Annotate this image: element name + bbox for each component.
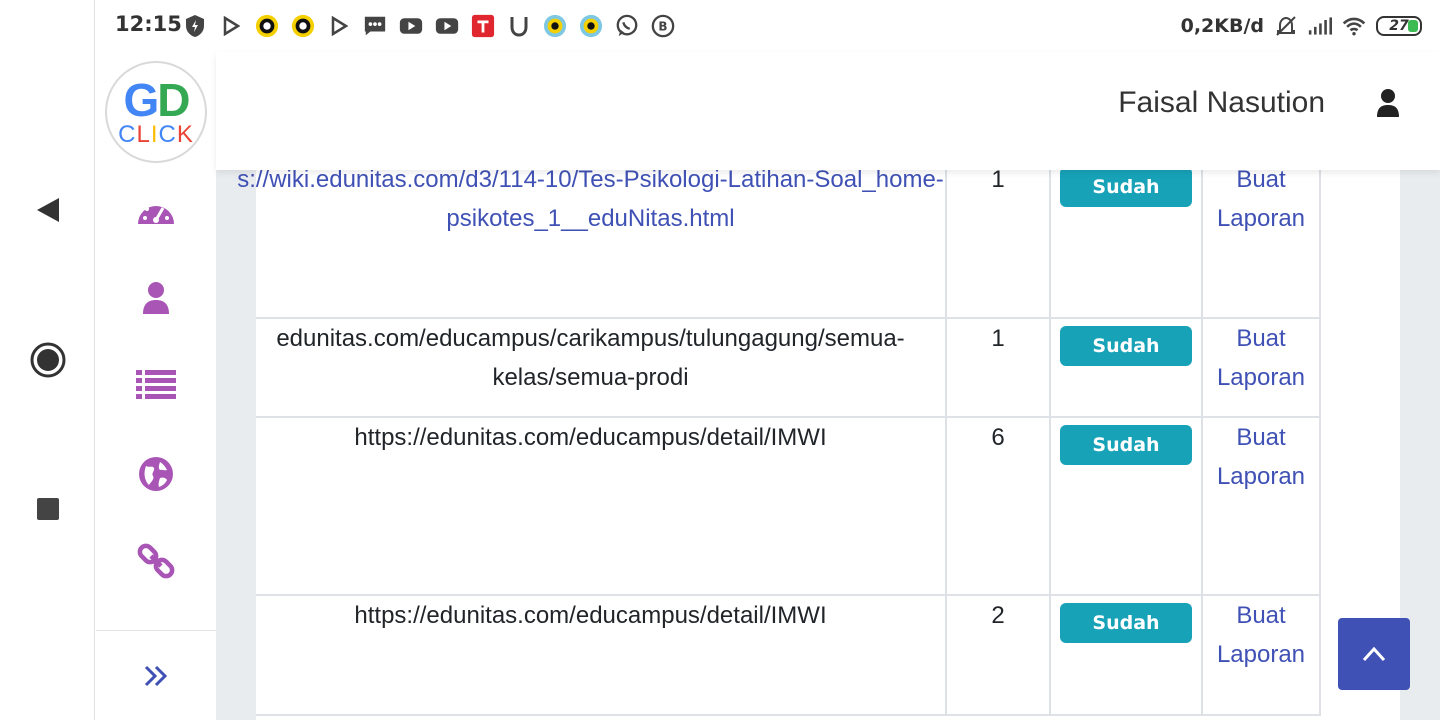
- youtube-icon: [435, 14, 459, 38]
- url-text: https://edunitas.com/educampus/detail/IM…: [354, 602, 827, 629]
- status-right: 0,2KB/d 27: [1181, 12, 1422, 40]
- sidebar-item-web[interactable]: [96, 456, 216, 492]
- status-bar: 12:15 B 0,2KB/d 27: [95, 0, 1440, 52]
- url-cell: s://wiki.edunitas.com/d3/114-10/Tes-Psik…: [237, 160, 947, 319]
- play-store-icon: [219, 14, 243, 38]
- b-icon: B: [651, 14, 675, 38]
- sidebar-item-profile[interactable]: [96, 280, 216, 316]
- scroll-to-top-button[interactable]: [1338, 618, 1410, 690]
- system-navigation-bar: [0, 0, 95, 720]
- snack-icon: [543, 14, 567, 38]
- recents-square-icon: [36, 498, 59, 520]
- status-cell: Sudah: [1049, 160, 1203, 319]
- snack-icon: [291, 14, 315, 38]
- logo-gd: GD: [123, 74, 190, 126]
- dashboard-icon: [138, 202, 174, 224]
- url-cell: https://edunitas.com/educampus/detail/IM…: [256, 417, 947, 596]
- table-row: s://wiki.edunitas.com/d3/114-10/Tes-Psik…: [237, 160, 1321, 319]
- globe-icon: [139, 457, 173, 491]
- recents-button[interactable]: [0, 496, 95, 522]
- user-icon: [143, 282, 169, 314]
- battery-fill: [1408, 20, 1418, 32]
- count-cell: 6: [945, 417, 1051, 596]
- top-navbar: Faisal Nasution: [216, 52, 1440, 170]
- user-menu-button[interactable]: [1376, 88, 1400, 122]
- url-text: edunitas.com/educampus/carikampus/tulung…: [276, 325, 905, 391]
- back-triangle-icon: [36, 198, 59, 222]
- status-badge: Sudah: [1060, 167, 1192, 207]
- notification-icons: B: [183, 12, 675, 40]
- url-cell: https://edunitas.com/educampus/detail/IM…: [256, 595, 947, 716]
- mute-bell-icon: [1274, 14, 1298, 38]
- sidebar-expand-button[interactable]: [96, 664, 216, 688]
- list-icon: [136, 370, 176, 399]
- u-icon: [507, 14, 531, 38]
- create-report-link[interactable]: Buat Laporan: [1217, 325, 1305, 391]
- back-button[interactable]: [0, 192, 95, 228]
- sidebar-item-dashboard[interactable]: [96, 194, 216, 230]
- report-table: s://wiki.edunitas.com/d3/114-10/Tes-Psik…: [237, 160, 1321, 716]
- double-chevron-right-icon: [144, 665, 168, 687]
- create-report-link[interactable]: Buat Laporan: [1217, 424, 1305, 490]
- sidebar-item-list[interactable]: [96, 368, 216, 402]
- shield-bolt-icon: [183, 14, 207, 38]
- message-icon: [363, 14, 387, 38]
- chevron-up-icon: [1362, 646, 1386, 662]
- url-cell: edunitas.com/educampus/carikampus/tulung…: [256, 318, 947, 418]
- network-speed: 0,2KB/d: [1180, 15, 1264, 37]
- status-badge: Sudah: [1060, 425, 1192, 465]
- create-report-link[interactable]: Buat Laporan: [1217, 602, 1305, 668]
- battery-indicator: 27: [1376, 16, 1422, 36]
- url-link[interactable]: s://wiki.edunitas.com/d3/114-10/Tes-Psik…: [236, 160, 945, 238]
- status-cell: Sudah: [1049, 417, 1203, 596]
- play-store-icon: [327, 14, 351, 38]
- count-cell: 2: [945, 595, 1051, 716]
- snack-icon: [255, 14, 279, 38]
- whatsapp-icon: [615, 14, 639, 38]
- status-badge: Sudah: [1060, 603, 1192, 643]
- status-badge: Sudah: [1060, 326, 1192, 366]
- status-cell: Sudah: [1049, 318, 1203, 418]
- action-cell: Buat Laporan: [1201, 417, 1321, 596]
- snack-icon: [579, 14, 603, 38]
- action-cell: Buat Laporan: [1201, 595, 1321, 716]
- battery-level: 27: [1389, 18, 1409, 34]
- telkomsel-icon: [471, 14, 495, 38]
- count-cell: 1: [945, 160, 1051, 319]
- action-cell: Buat Laporan: [1201, 160, 1321, 319]
- table-row: https://edunitas.com/educampus/detail/IM…: [256, 417, 1321, 596]
- count-cell: 1: [945, 318, 1051, 418]
- wifi-icon: [1342, 14, 1366, 38]
- logo-click: CLICK: [118, 121, 194, 148]
- status-cell: Sudah: [1049, 595, 1203, 716]
- user-icon: [1377, 89, 1399, 117]
- gdclick-logo[interactable]: GD CLICK: [105, 61, 207, 163]
- app-sidebar: GD CLICK: [96, 52, 216, 720]
- sidebar-item-links[interactable]: [96, 542, 216, 580]
- user-name[interactable]: Faisal Nasution: [1118, 86, 1325, 120]
- table-row: edunitas.com/educampus/carikampus/tulung…: [256, 318, 1321, 418]
- create-report-link[interactable]: Buat Laporan: [1217, 166, 1305, 232]
- sidebar-divider: [96, 630, 216, 631]
- table-row: https://edunitas.com/educampus/detail/IM…: [256, 595, 1321, 716]
- action-cell: Buat Laporan: [1201, 318, 1321, 418]
- signal-icon: [1308, 14, 1332, 38]
- youtube-icon: [399, 14, 423, 38]
- url-text: https://edunitas.com/educampus/detail/IM…: [354, 424, 827, 451]
- svg-text:B: B: [658, 20, 667, 34]
- link-icon: [137, 543, 175, 579]
- home-button[interactable]: [0, 340, 95, 380]
- status-time: 12:15: [115, 12, 182, 36]
- home-circle-icon: [30, 342, 65, 378]
